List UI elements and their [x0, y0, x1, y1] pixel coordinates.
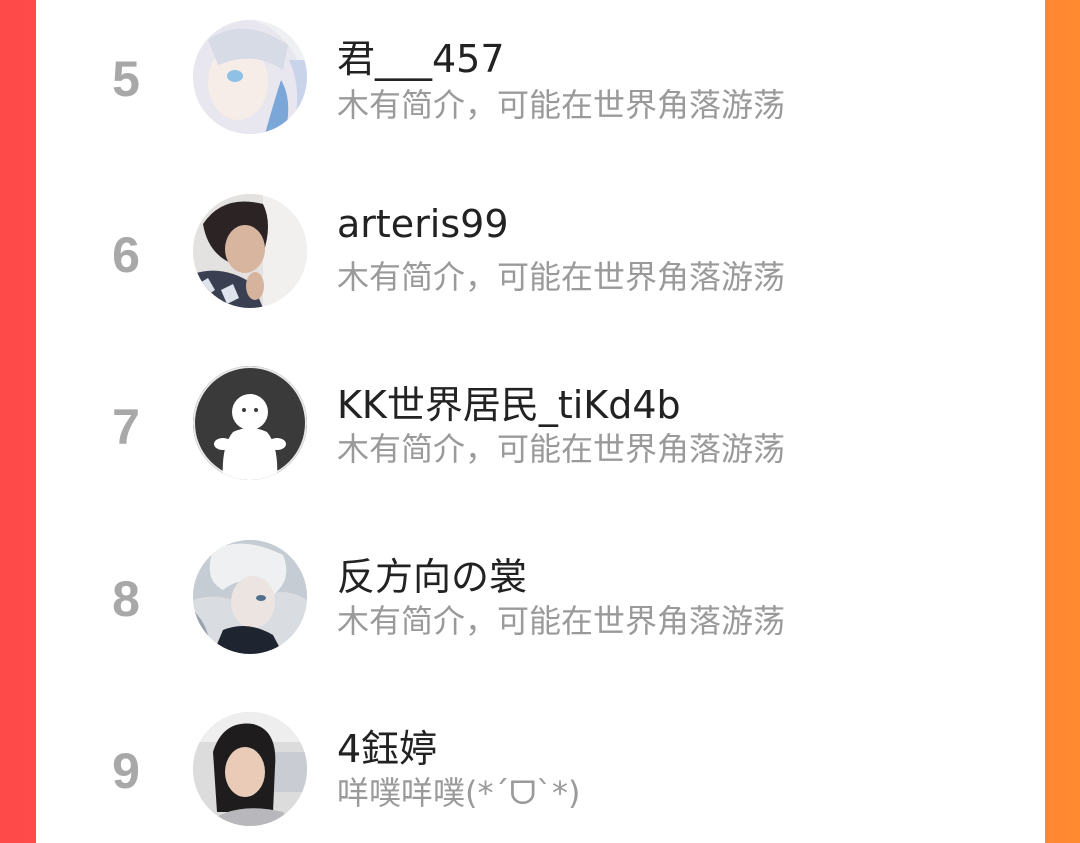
user-name: arteris99	[337, 202, 509, 246]
user-name: 反方向の裳	[337, 555, 528, 599]
rank-number: 9	[112, 743, 140, 799]
rank-number: 5	[112, 51, 140, 107]
user-name: 君___457	[337, 37, 505, 81]
list-item[interactable]: 8 反方向の裳 木有简介，可能在世界角落游荡	[36, 516, 1045, 688]
user-name: KK世界居民_tiKd4b	[337, 383, 681, 427]
user-bio: 木有简介，可能在世界角落游荡	[337, 86, 786, 124]
user-bio: 木有简介，可能在世界角落游荡	[337, 258, 786, 296]
user-avatar[interactable]	[193, 712, 307, 826]
ranking-list: 5 君___457 木有简介，可能在世界角落游荡 6 arteris99 木有简…	[36, 0, 1045, 843]
user-avatar[interactable]	[193, 20, 307, 134]
user-name: 4鈺婷	[337, 727, 438, 771]
anime-girl-avatar-icon	[193, 20, 307, 134]
photo-woman-avatar-icon	[193, 194, 307, 308]
user-bio: 木有简介，可能在世界角落游荡	[337, 602, 786, 640]
rank-number: 6	[112, 227, 140, 283]
user-avatar[interactable]	[193, 540, 307, 654]
user-avatar[interactable]	[193, 194, 307, 308]
default-user-avatar-icon	[193, 366, 307, 480]
user-bio: 咩噗咩噗(*ˊᗜˋ*)	[337, 774, 581, 812]
user-bio: 木有简介，可能在世界角落游荡	[337, 430, 786, 468]
photo-selfie-avatar-icon	[193, 712, 307, 826]
list-item[interactable]: 6 arteris99 木有简介，可能在世界角落游荡	[36, 172, 1045, 344]
rank-number: 7	[112, 399, 140, 455]
list-item[interactable]: 5 君___457 木有简介，可能在世界角落游荡	[36, 0, 1045, 172]
anime-boy-avatar-icon	[193, 540, 307, 654]
user-avatar[interactable]	[193, 366, 307, 480]
list-item[interactable]: 9 4鈺婷 咩噗咩噗(*ˊᗜˋ*)	[36, 688, 1045, 843]
list-item[interactable]: 7 KK世界居民_tiKd4b 木有简介，可能在世界角落游荡	[36, 344, 1045, 516]
rank-number: 8	[112, 571, 140, 627]
